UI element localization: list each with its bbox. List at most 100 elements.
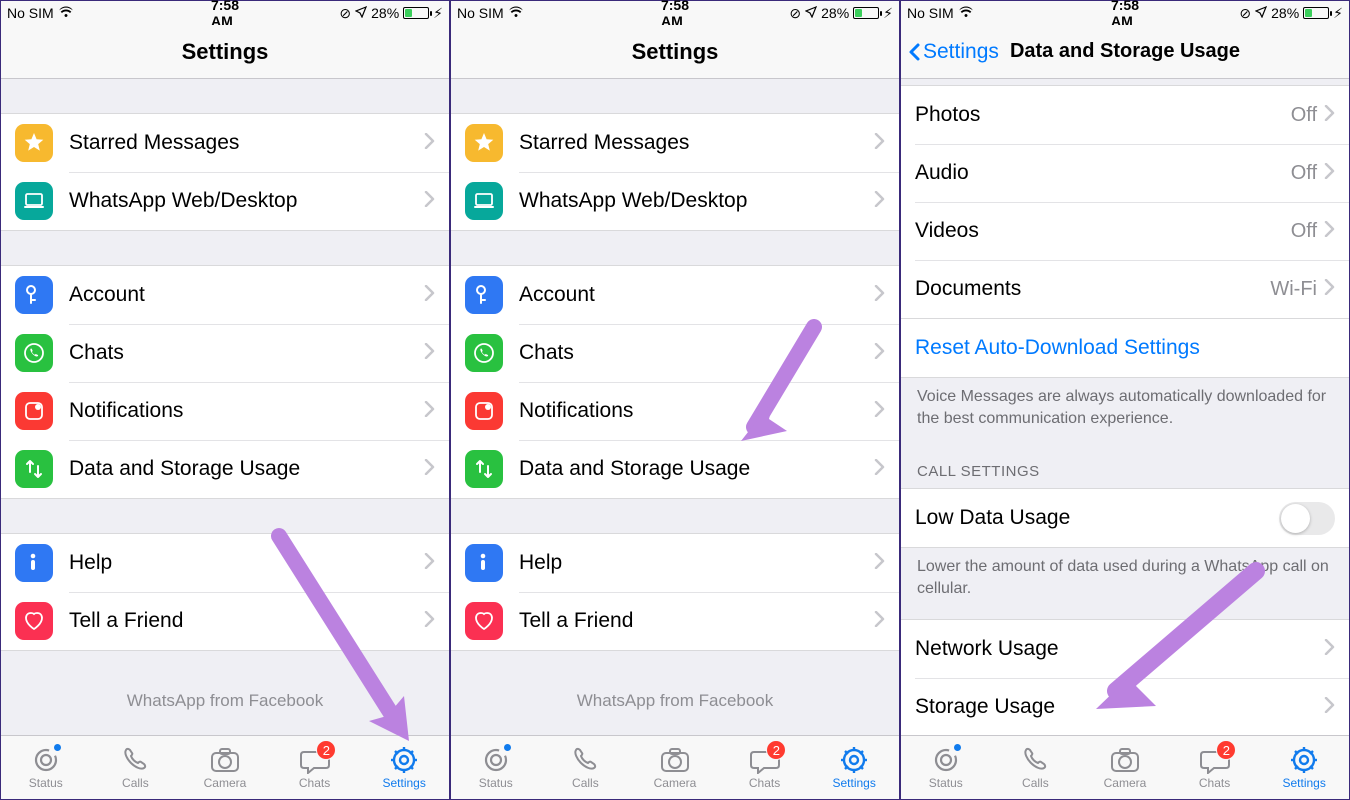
page-title: Settings [182,39,269,65]
tab-dot-icon [953,743,962,752]
row-photos[interactable]: PhotosOff [901,86,1349,144]
tab-camera[interactable]: Camera [1080,736,1170,799]
tab-chats[interactable]: 2Chats [270,736,360,799]
camera-icon [1110,746,1140,774]
tab-label: Settings [832,776,875,790]
tab-label: Status [29,776,63,790]
location-icon [355,5,367,21]
heart-icon [465,602,503,640]
bell-icon [15,392,53,430]
tab-label: Calls [572,776,599,790]
chevron-right-icon [1323,161,1335,185]
tab-camera[interactable]: Camera [630,736,720,799]
row-chats[interactable]: Chats [451,324,899,382]
row-starred-messages[interactable]: Starred Messages [1,114,449,172]
row-data-and-storage-usage[interactable]: Data and Storage Usage [451,440,899,498]
row-notifications[interactable]: Notifications [451,382,899,440]
row-network-usage[interactable]: Network Usage [901,620,1349,678]
tab-settings[interactable]: Settings [359,736,449,799]
charging-icon: ⚡︎ [433,5,443,22]
data-usage-content[interactable]: PhotosOffAudioOffVideosOffDocumentsWi-Fi… [901,79,1349,735]
tab-status[interactable]: Status [901,736,991,799]
bell-icon [465,392,503,430]
laptop-icon [15,182,53,220]
row-help[interactable]: Help [1,534,449,592]
low-data-toggle[interactable] [1279,502,1335,535]
row-account[interactable]: Account [1,266,449,324]
battery-icon [853,7,879,19]
row-label: WhatsApp Web/Desktop [69,189,423,213]
calls-icon [570,746,600,774]
tab-status[interactable]: Status [451,736,541,799]
row-starred-messages[interactable]: Starred Messages [451,114,899,172]
charging-icon: ⚡︎ [883,5,893,22]
row-label: Network Usage [915,637,1323,661]
row-value: Wi-Fi [1270,278,1317,301]
row-notifications[interactable]: Notifications [1,382,449,440]
tab-settings[interactable]: Settings [1259,736,1349,799]
chevron-right-icon [423,399,435,423]
row-label: Data and Storage Usage [69,457,423,481]
row-tell-a-friend[interactable]: Tell a Friend [1,592,449,650]
tab-label: Chats [299,776,330,790]
tab-label: Calls [1022,776,1049,790]
row-videos[interactable]: VideosOff [901,202,1349,260]
battery-icon [403,7,429,19]
chevron-right-icon [1323,695,1335,719]
tab-bar: Status Calls Camera2ChatsSettings [1,735,449,799]
row-account[interactable]: Account [451,266,899,324]
battery-pct-label: 28% [821,5,849,21]
settings-content[interactable]: Starred Messages WhatsApp Web/Desktop Acc… [1,79,449,735]
star-icon [15,124,53,162]
chevron-right-icon [423,131,435,155]
chevron-right-icon [1323,277,1335,301]
row-whatsapp-web-desktop[interactable]: WhatsApp Web/Desktop [1,172,449,230]
chevron-right-icon [873,609,885,633]
camera-icon [210,746,240,774]
row-low-data-usage[interactable]: Low Data Usage [901,489,1349,547]
row-whatsapp-web-desktop[interactable]: WhatsApp Web/Desktop [451,172,899,230]
tab-camera[interactable]: Camera [180,736,270,799]
chevron-right-icon [423,609,435,633]
tab-settings[interactable]: Settings [809,736,899,799]
call-settings-header: CALL SETTINGS [901,441,1349,488]
row-data-and-storage-usage[interactable]: Data and Storage Usage [1,440,449,498]
row-reset-auto-download[interactable]: Reset Auto-Download Settings [901,319,1349,377]
row-label: Starred Messages [519,131,873,155]
chevron-right-icon [423,457,435,481]
brand-footer: WhatsApp from Facebook [451,691,899,711]
chevron-right-icon [873,283,885,307]
tab-calls[interactable]: Calls [91,736,181,799]
page-title: Settings [632,39,719,65]
row-storage-usage[interactable]: Storage Usage [901,678,1349,735]
battery-icon [1303,7,1329,19]
row-audio[interactable]: AudioOff [901,144,1349,202]
row-label: Photos [915,103,1291,127]
heart-icon [15,602,53,640]
tab-chats[interactable]: 2Chats [1170,736,1260,799]
chevron-right-icon [873,131,885,155]
tab-calls[interactable]: Calls [991,736,1081,799]
tab-badge: 2 [766,740,786,760]
row-documents[interactable]: DocumentsWi-Fi [901,260,1349,318]
row-chats[interactable]: Chats [1,324,449,382]
nav-header: Settings Data and Storage Usage [901,25,1349,79]
tab-chats[interactable]: 2Chats [720,736,810,799]
status-bar: No SIM 7:58 AM ⊘ 28% ⚡︎ [451,1,899,25]
location-icon [805,5,817,21]
screen-data-usage: No SIM 7:58 AM ⊘ 28% ⚡︎ Settings Data an… [900,0,1350,800]
whatsapp-icon [465,334,503,372]
row-tell-a-friend[interactable]: Tell a Friend [451,592,899,650]
tab-status[interactable]: Status [1,736,91,799]
low-data-note: Lower the amount of data used during a W… [901,548,1349,611]
charging-icon: ⚡︎ [1333,5,1343,22]
battery-pct-label: 28% [1271,5,1299,21]
row-help[interactable]: Help [451,534,899,592]
tab-calls[interactable]: Calls [541,736,631,799]
back-button[interactable]: Settings [907,25,999,78]
settings-content[interactable]: Starred Messages WhatsApp Web/Desktop Acc… [451,79,899,735]
tab-label: Calls [122,776,149,790]
screen-settings-2: No SIM 7:58 AM ⊘ 28% ⚡︎ Settings Starred… [450,0,900,800]
screen-settings-1: No SIM 7:58 AM ⊘ 28% ⚡︎ Settings Starred… [0,0,450,800]
row-label: Account [519,283,873,307]
